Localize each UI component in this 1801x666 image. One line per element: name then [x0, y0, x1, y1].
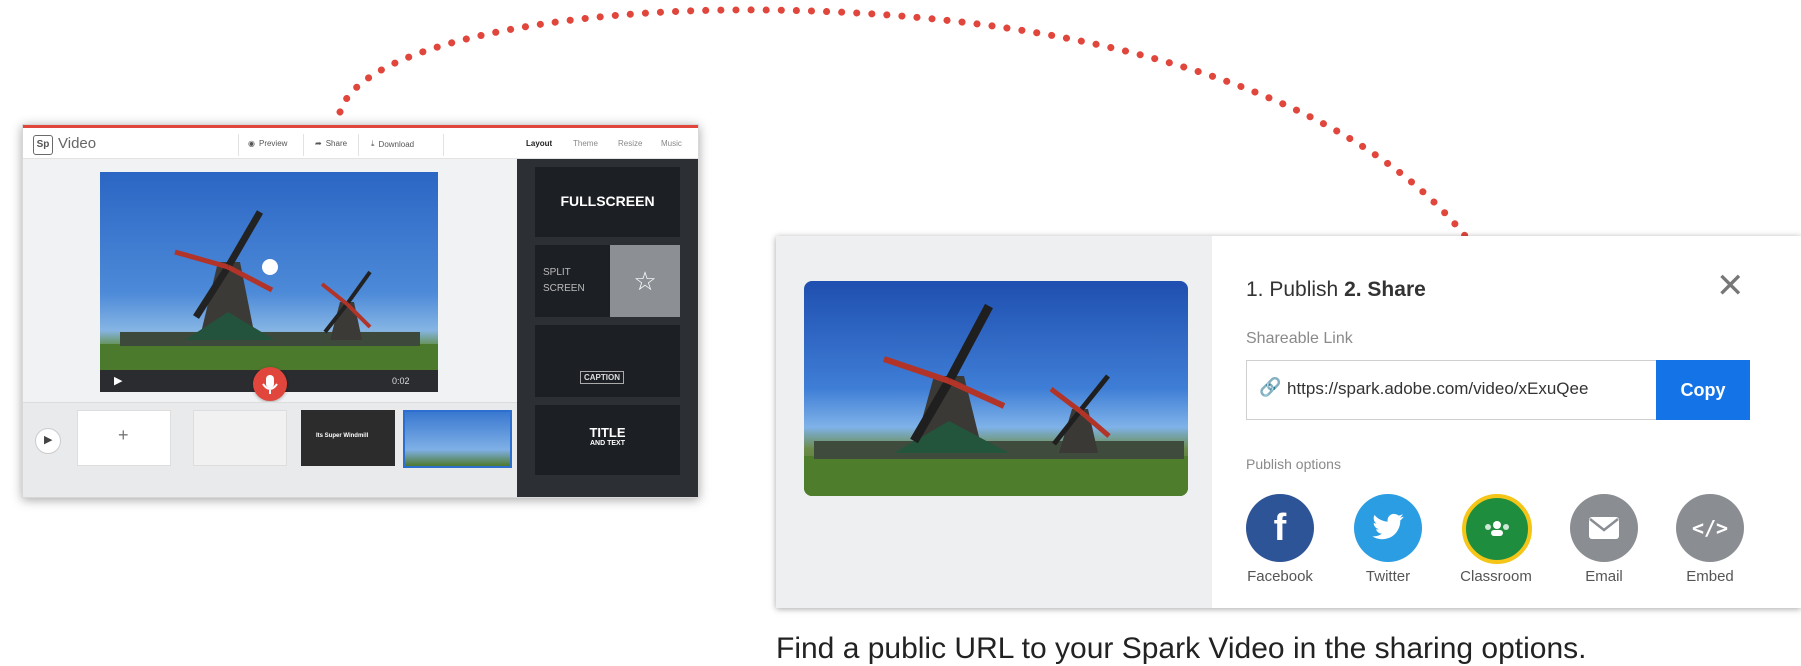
caption-text: Find a public URL to your Spark Video in… — [776, 632, 1587, 665]
email-icon[interactable] — [1570, 494, 1638, 562]
timer-label: 0:02 — [392, 376, 410, 386]
layout-caption[interactable]: CAPTION — [535, 325, 680, 397]
layout-split-label-2: SCREEN — [543, 283, 585, 294]
shareable-link-label: Shareable Link — [1246, 330, 1353, 347]
facebook-label: Facebook — [1247, 568, 1313, 585]
layout-split-label-1: SPLIT — [543, 267, 571, 278]
classroom-people-icon — [1485, 521, 1509, 536]
dialog-step-title: 1. Publish 2. Share — [1246, 278, 1426, 302]
layout-fullscreen-label: FULLSCREEN — [560, 193, 655, 209]
layout-title-sub-label: AND TEXT — [590, 440, 625, 447]
toolbar-divider — [443, 134, 444, 156]
video-thumbnail-image — [804, 281, 1188, 496]
play-icon[interactable]: ▶ — [114, 374, 122, 387]
download-label: Download — [378, 139, 415, 149]
layout-caption-label: CAPTION — [580, 371, 624, 384]
microphone-icon — [262, 375, 278, 394]
preview-button[interactable]: ◉ Preview — [248, 139, 287, 148]
layout-title-text[interactable]: TITLE AND TEXT — [535, 405, 680, 475]
download-button[interactable]: ⤓ Download — [371, 139, 414, 149]
tab-layout[interactable]: Layout — [526, 139, 552, 148]
step-publish[interactable]: 1. Publish — [1246, 278, 1338, 301]
star-icon: ☆ — [610, 245, 680, 317]
app-title: Video — [58, 135, 97, 152]
step-share[interactable]: 2. Share — [1344, 278, 1426, 301]
timeline-play-button[interactable]: ▶ — [35, 428, 61, 454]
download-icon: ⤓ — [371, 139, 375, 148]
twitter-icon[interactable] — [1354, 494, 1422, 562]
spark-logo-icon[interactable]: Sp — [33, 135, 53, 155]
twitter-bird-icon — [1372, 513, 1404, 540]
tab-resize[interactable]: Resize — [618, 139, 642, 148]
toolbar-divider — [238, 134, 239, 156]
editor-toolbar: Sp Video ◉ Preview ➦ Share ⤓ Download La… — [23, 128, 698, 159]
eye-icon: ◉ — [248, 139, 255, 148]
copy-button[interactable]: Copy — [1656, 360, 1750, 420]
embed-label: Embed — [1686, 568, 1734, 585]
email-label: Email — [1585, 568, 1623, 585]
facebook-icon[interactable]: f — [1246, 494, 1314, 562]
play-icon: ▶ — [44, 434, 53, 446]
classroom-label: Classroom — [1460, 568, 1532, 585]
twitter-label: Twitter — [1365, 568, 1411, 585]
toolbar-divider — [303, 134, 304, 156]
layout-title-label: TITLE — [589, 425, 626, 440]
shareable-link-field[interactable]: 🔗 https://spark.adobe.com/video/xExuQee — [1246, 360, 1658, 420]
share-button[interactable]: ➦ Share — [315, 139, 347, 148]
classroom-icon[interactable] — [1462, 494, 1532, 564]
video-editor-window: Sp Video ◉ Preview ➦ Share ⤓ Download La… — [22, 124, 699, 498]
share-dialog: 1. Publish 2. Share ✕ Shareable Link 🔗 h… — [776, 236, 1801, 608]
windmill-scene-image — [804, 303, 1188, 496]
layout-fullscreen[interactable]: FULLSCREEN — [535, 167, 680, 237]
envelope-icon — [1589, 517, 1619, 539]
tab-music[interactable]: Music — [661, 139, 682, 148]
plus-icon: + — [118, 425, 129, 445]
add-slide-button[interactable]: + — [77, 410, 171, 466]
shareable-link-value: https://spark.adobe.com/video/xExuQee — [1287, 379, 1589, 398]
windmill-scene-image — [100, 210, 438, 374]
close-icon[interactable]: ✕ — [1716, 266, 1745, 306]
preview-label: Preview — [258, 139, 288, 148]
tab-theme[interactable]: Theme — [573, 139, 598, 148]
slide-thumbnail[interactable] — [193, 410, 287, 466]
layout-split-screen[interactable]: SPLIT SCREEN ☆ — [535, 245, 680, 317]
microphone-record-button[interactable] — [253, 367, 287, 401]
slide-title-text: Its Super Windmill — [316, 433, 369, 439]
toolbar-divider — [358, 134, 359, 156]
slide-thumbnail[interactable]: Its Super Windmill — [301, 410, 395, 466]
share-arrow-icon: ➦ — [315, 139, 322, 148]
video-stage-image: ▶ 0:02 — [100, 172, 438, 392]
publish-options-label: Publish options — [1246, 456, 1341, 472]
slide-thumbnail-selected[interactable] — [403, 410, 512, 468]
embed-icon[interactable]: </> — [1676, 494, 1744, 562]
share-label: Share — [325, 139, 348, 148]
link-icon: 🔗 — [1259, 377, 1282, 397]
